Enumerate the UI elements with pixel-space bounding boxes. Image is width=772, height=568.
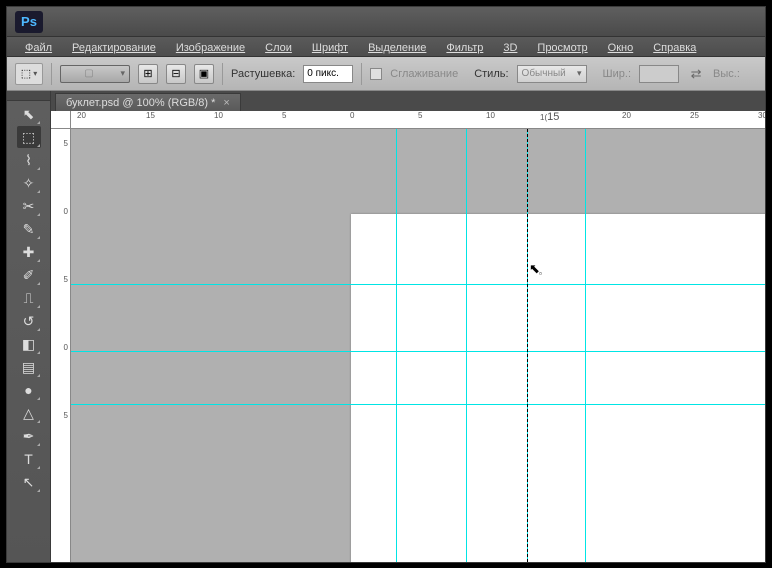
menu-file[interactable]: Файл (17, 38, 60, 56)
ruler-tick: 20 (622, 111, 631, 120)
ruler-tick: 5 (64, 139, 68, 148)
tool-blur[interactable]: ● (17, 379, 41, 401)
document-tabs: буклет.psd @ 100% (RGB/8) * × (51, 91, 765, 111)
document-tab-title: буклет.psd @ 100% (RGB/8) * (66, 97, 215, 109)
tool-wand[interactable]: ✧ (17, 172, 41, 194)
ruler-tick: 5 (64, 275, 68, 284)
separator (222, 63, 223, 85)
ruler-tick: 10 (214, 111, 223, 120)
ruler-tick: 25 (690, 111, 699, 120)
ruler-vertical[interactable]: 5 0 5 0 5 (51, 129, 71, 562)
ruler-origin[interactable] (51, 111, 71, 129)
tool-panel-body: ⬉ ⬚ ⌇ ✧ ✂ ✎ ✚ ✐ ⎍ ↺ ◧ ▤ ● △ ✒ T ↖ (7, 101, 50, 562)
menu-type[interactable]: Шрифт (304, 38, 356, 56)
style-select[interactable]: Обычный (517, 65, 587, 83)
separator (361, 63, 362, 85)
tool-gradient[interactable]: ▤ (17, 356, 41, 378)
swap-icon[interactable]: ⇄ (687, 65, 705, 83)
tool-pen[interactable]: ✒ (17, 425, 41, 447)
antialias-checkbox[interactable] (370, 68, 382, 80)
height-label: Выс.: (713, 68, 740, 80)
ruler-tick: 20 (77, 111, 86, 120)
width-input[interactable] (639, 65, 679, 83)
tool-move[interactable]: ⬉ (17, 103, 41, 125)
ruler-tick: 15 (547, 111, 559, 123)
menu-layers[interactable]: Слои (257, 38, 300, 56)
app-window: Ps Файл Редактирование Изображение Слои … (6, 6, 766, 563)
workspace: ⬉ ⬚ ⌇ ✧ ✂ ✎ ✚ ✐ ⎍ ↺ ◧ ▤ ● △ ✒ T ↖ буклет… (7, 91, 765, 562)
selection-subtract-icon[interactable]: ⊟ (166, 64, 186, 84)
tool-history[interactable]: ↺ (17, 310, 41, 332)
menu-3d[interactable]: 3D (495, 38, 525, 56)
guide-horizontal[interactable] (71, 351, 765, 352)
tool-eraser[interactable]: ◧ (17, 333, 41, 355)
ruler-tick: 5 (282, 111, 286, 120)
guide-vertical[interactable] (466, 129, 467, 562)
document-canvas[interactable] (351, 214, 765, 562)
selection-marquee-line (527, 129, 528, 562)
cursor-icon: ⬉ (529, 261, 540, 277)
selection-new-icon[interactable]: ▢ (60, 65, 130, 83)
guide-horizontal[interactable] (71, 404, 765, 405)
tool-healing[interactable]: ✚ (17, 241, 41, 263)
document-tab[interactable]: буклет.psd @ 100% (RGB/8) * × (55, 93, 241, 111)
close-icon[interactable]: × (223, 97, 229, 109)
tool-preset-icon[interactable]: ⬚▾ (15, 63, 43, 85)
titlebar: Ps (7, 7, 765, 37)
ruler-tick: 0 (64, 207, 68, 216)
app-logo: Ps (15, 11, 43, 33)
separator (51, 63, 52, 85)
menu-window[interactable]: Окно (600, 38, 642, 56)
menubar: Файл Редактирование Изображение Слои Шри… (7, 37, 765, 57)
tool-panel-grip[interactable] (7, 91, 50, 101)
ruler-horizontal[interactable]: 20 15 10 5 0 5 10 1(15 20 25 30 (71, 111, 765, 129)
ruler-tick: 30 (758, 111, 765, 120)
canvas-viewport[interactable]: 20 15 10 5 0 5 10 1(15 20 25 30 5 0 5 0 … (51, 111, 765, 562)
menu-select[interactable]: Выделение (360, 38, 434, 56)
tool-panel: ⬉ ⬚ ⌇ ✧ ✂ ✎ ✚ ✐ ⎍ ↺ ◧ ▤ ● △ ✒ T ↖ (7, 91, 51, 562)
tool-stamp[interactable]: ⎍ (17, 287, 41, 309)
ruler-tick: 5 (64, 411, 68, 420)
menu-edit[interactable]: Редактирование (64, 38, 164, 56)
tool-dodge[interactable]: △ (17, 402, 41, 424)
tool-marquee[interactable]: ⬚ (17, 126, 41, 148)
options-bar: ⬚▾ ▢ ⊞ ⊟ ▣ Растушевка: Сглаживание Стиль… (7, 57, 765, 91)
guide-vertical[interactable] (396, 129, 397, 562)
feather-input[interactable] (303, 65, 353, 83)
canvas[interactable] (71, 129, 765, 562)
tool-eyedropper[interactable]: ✎ (17, 218, 41, 240)
ruler-tick: 5 (418, 111, 422, 120)
menu-view[interactable]: Просмотр (529, 38, 595, 56)
guide-horizontal[interactable] (71, 284, 765, 285)
feather-label: Растушевка: (231, 68, 295, 80)
ruler-tick: 15 (146, 111, 155, 120)
menu-image[interactable]: Изображение (168, 38, 253, 56)
tool-lasso[interactable]: ⌇ (17, 149, 41, 171)
ruler-tick: 0 (64, 343, 68, 352)
tool-crop[interactable]: ✂ (17, 195, 41, 217)
ruler-tick: 0 (350, 111, 354, 120)
selection-add-icon[interactable]: ⊞ (138, 64, 158, 84)
document-area: буклет.psd @ 100% (RGB/8) * × 20 15 10 5… (51, 91, 765, 562)
guide-vertical[interactable] (585, 129, 586, 562)
selection-intersect-icon[interactable]: ▣ (194, 64, 214, 84)
menu-help[interactable]: Справка (645, 38, 704, 56)
tool-brush[interactable]: ✐ (17, 264, 41, 286)
tool-path[interactable]: ↖ (17, 471, 41, 493)
ruler-tick: 10 (486, 111, 495, 120)
antialias-label: Сглаживание (390, 68, 458, 80)
menu-filter[interactable]: Фильтр (438, 38, 491, 56)
width-label: Шир.: (603, 68, 631, 80)
style-label: Стиль: (474, 68, 508, 80)
tool-type[interactable]: T (17, 448, 41, 470)
